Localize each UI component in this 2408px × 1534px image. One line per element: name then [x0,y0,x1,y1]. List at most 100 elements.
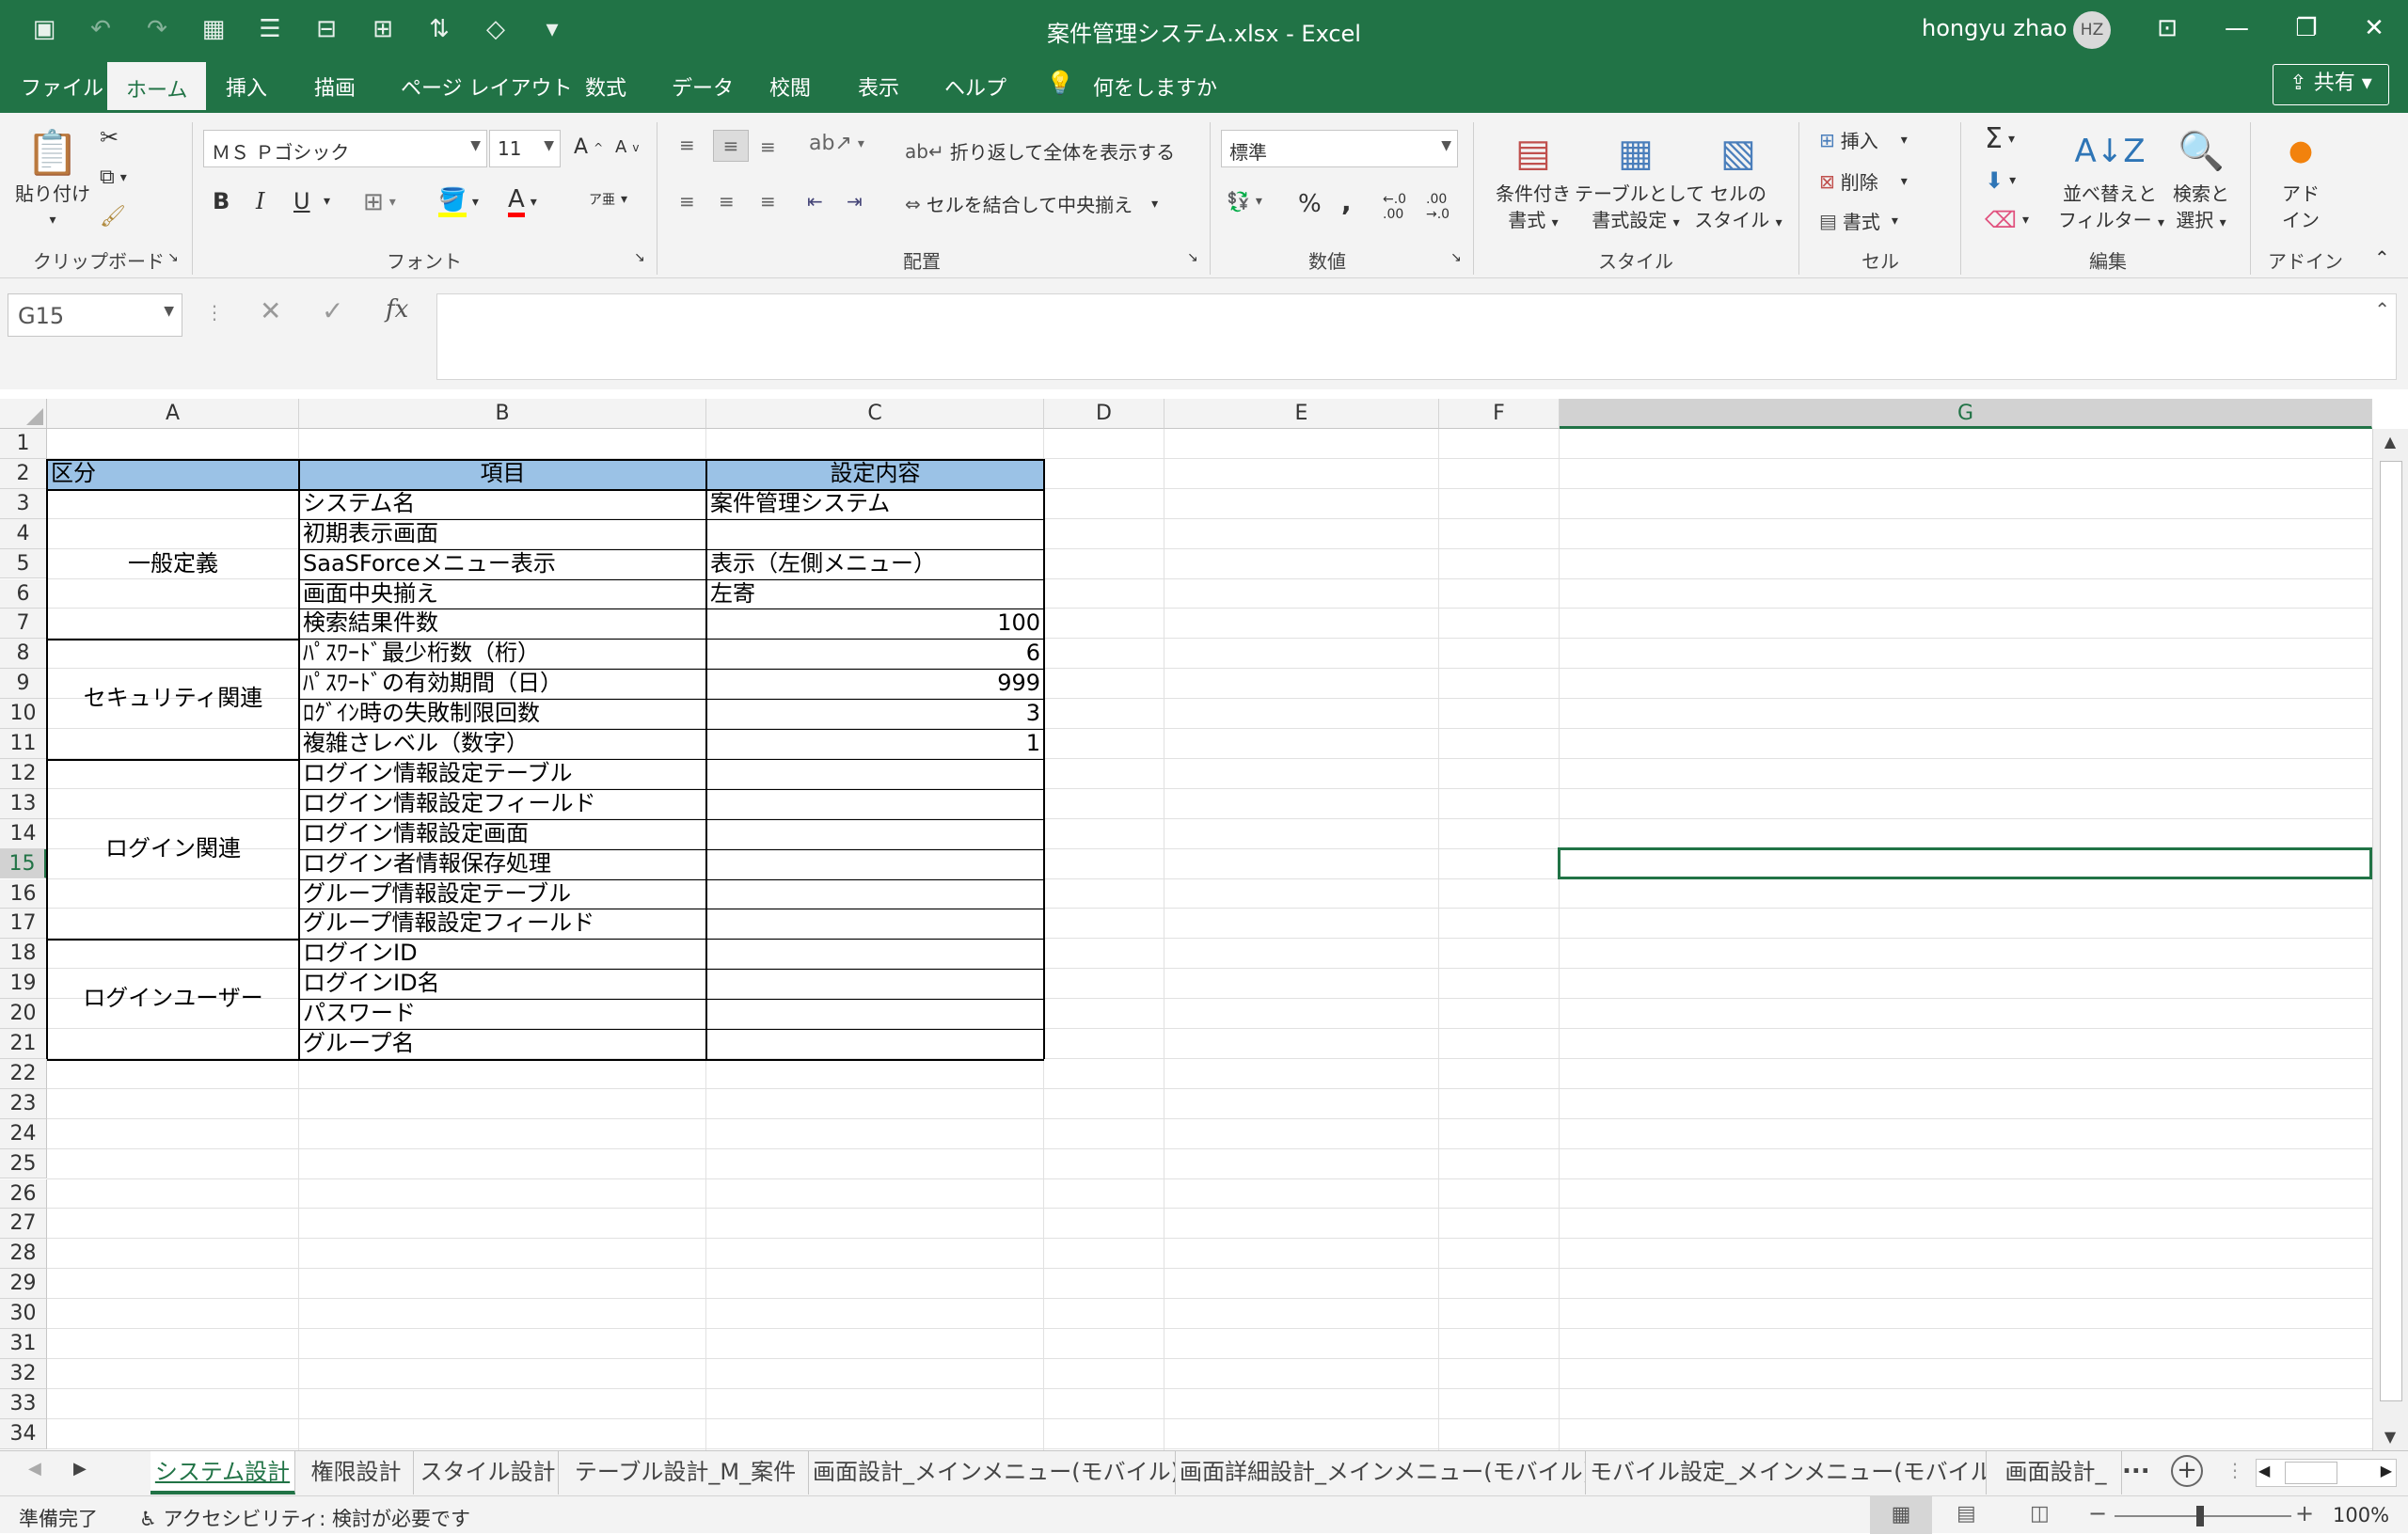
page-break-view-icon[interactable]: ◫ [2030,1502,2050,1526]
table-cell-item[interactable]: 検索結果件数 [299,609,706,639]
align-left-icon[interactable]: ≡ [679,190,695,213]
phonetic-guide-button[interactable]: ア亜 ▾ [589,190,627,209]
conditional-formatting-button[interactable]: ▤ 条件付き 書式 ▾ [1486,126,1580,236]
table-cell-value[interactable] [706,999,1044,1029]
table-cell-value[interactable] [706,849,1044,879]
row-header[interactable]: 28 [0,1239,47,1270]
insert-cells-button[interactable]: ⊞ 挿入 ▾ [1819,126,1908,153]
zoom-out-icon[interactable]: − [2088,1500,2107,1526]
zoom-slider-thumb[interactable] [2196,1506,2204,1526]
format-as-table-button[interactable]: ▦ テーブルとして 書式設定 ▾ [1575,126,1704,236]
underline-button[interactable]: U [293,188,310,214]
dialog-launcher-icon[interactable]: ↘ [634,250,645,265]
table-cell-item[interactable]: 画面中央揃え [299,579,706,609]
page-setup-icon[interactable]: ⊟ [310,13,342,45]
row-header[interactable]: 14 [0,818,47,849]
row-header[interactable]: 23 [0,1088,47,1119]
copy-icon[interactable]: ⧉ ▾ [100,166,127,189]
table-cell-value[interactable]: 999 [706,669,1044,699]
user-name[interactable]: hongyu zhao [1922,15,2067,41]
close-icon[interactable]: ✕ [2355,9,2393,47]
dialog-launcher-icon[interactable]: ↘ [1187,250,1198,265]
font-size-select[interactable]: 11 ▼ [489,130,561,167]
table-cell-value[interactable] [706,879,1044,909]
scroll-right-icon[interactable]: ▶ [2381,1462,2392,1479]
form-icon[interactable]: ☰ [254,13,286,45]
row-header[interactable]: 25 [0,1148,47,1179]
row-header[interactable]: 3 [0,488,47,519]
table-cell-item[interactable]: ログインID [299,939,706,969]
decrease-decimal-button[interactable]: .00 →.0 [1426,192,1464,222]
enter-icon[interactable]: ✓ [322,295,343,326]
next-sheet-icon[interactable]: ▶ [73,1459,87,1479]
group-cell[interactable]: 一般定義 [47,489,299,640]
new-sheet-icon[interactable]: + [2171,1455,2203,1487]
lightbulb-icon[interactable]: 💡 [1046,70,1074,96]
scroll-left-icon[interactable]: ◀ [2258,1462,2270,1479]
column-header-f[interactable]: F [1439,399,1560,429]
select-all-button[interactable] [0,399,47,429]
grow-font-button[interactable]: A ^ [574,135,603,159]
increase-decimal-button[interactable]: ←.0 .00 [1383,192,1420,222]
table-cell-item[interactable]: ログイン情報設定フィールド [299,789,706,819]
tell-me-search[interactable]: 何をしますか [1093,71,1217,102]
dialog-launcher-icon[interactable]: ↘ [167,250,179,265]
row-header[interactable]: 31 [0,1329,47,1359]
bold-button[interactable]: B [213,188,230,214]
ribbon-display-options-icon[interactable]: ⊡ [2148,9,2186,47]
table-cell-item[interactable]: ログイン者情報保存処理 [299,849,706,879]
table-cell-item[interactable]: グループ情報設定テーブル [299,879,706,909]
row-header[interactable]: 24 [0,1118,47,1149]
table-cell-item[interactable]: ﾛｸﾞｲﾝ時の失敗制限回数 [299,699,706,729]
row-header[interactable]: 1 [0,429,47,459]
vertical-scrollbar[interactable]: ▲ ▼ [2372,429,2408,1450]
row-header[interactable]: 27 [0,1209,47,1240]
group-cell[interactable]: ログインユーザー [47,939,299,1059]
page-layout-view-icon[interactable]: ▤ [1956,1502,1976,1526]
sheet-tab[interactable]: システム設計 [150,1451,295,1494]
prev-sheet-icon[interactable]: ◀ [28,1459,41,1479]
borders-icon[interactable]: ⊞ [367,13,399,45]
align-top-icon[interactable]: ≡ [679,134,695,156]
decrease-indent-icon[interactable]: ⇤ [807,190,823,213]
tab-page-layout[interactable]: ページ レイアウト [401,71,573,102]
horizontal-scrollbar[interactable]: ◀ ▶ [2256,1459,2397,1487]
table-cell-value[interactable] [706,519,1044,549]
table-cell-item[interactable]: グループ情報設定フィールド [299,909,706,939]
row-header[interactable]: 18 [0,939,47,970]
name-box[interactable]: G15 ▼ [8,293,182,337]
normal-view-icon[interactable]: ▦ [1870,1496,1932,1534]
table-cell-item[interactable]: ﾊﾟｽﾜｰﾄﾞの有効期間（日） [299,669,706,699]
column-header-g[interactable]: G [1560,399,2372,429]
tab-formulas[interactable]: 数式 [585,71,626,102]
column-header-a[interactable]: A [47,399,299,429]
table-cell-value[interactable] [706,759,1044,789]
row-header[interactable]: 21 [0,1029,47,1059]
row-header[interactable]: 34 [0,1418,47,1449]
tag-icon[interactable]: ◇ [480,13,512,45]
table-cell-item[interactable]: システム名 [299,489,706,519]
sheet-tab[interactable]: スタイル設計 [418,1451,559,1494]
table-cell-item[interactable]: 初期表示画面 [299,519,706,549]
row-header[interactable]: 5 [0,548,47,579]
table-cell-item[interactable]: ﾊﾟｽﾜｰﾄﾞ最少桁数（桁） [299,639,706,669]
clear-icon[interactable]: ⌫ ▾ [1985,207,2029,233]
more-sheets-indicator[interactable]: ... [2122,1451,2150,1479]
restore-icon[interactable]: ❐ [2288,9,2325,47]
sheet-tab[interactable]: 権限設計 [299,1451,414,1494]
table-cell-value[interactable] [706,909,1044,939]
tab-view[interactable]: 表示 [858,71,899,102]
paste-button[interactable]: 📋 貼り付け ▾ [15,124,90,233]
column-header-c[interactable]: C [706,399,1044,429]
cancel-icon[interactable]: ✕ [260,295,281,326]
tab-home[interactable]: ホーム [107,62,207,113]
customize-qat-icon[interactable]: ▾ [536,13,568,45]
align-center-icon[interactable]: ≡ [719,190,735,213]
align-bottom-icon[interactable]: ≡ [760,135,776,158]
share-button[interactable]: ⇪ 共有 ▾ [2273,64,2389,105]
table-cell-value[interactable]: 左寄 [706,579,1044,609]
row-header[interactable]: 26 [0,1178,47,1210]
autosum-button[interactable]: Σ ▾ [1985,122,2015,155]
orientation-icon[interactable]: ab↗ ▾ [809,132,864,155]
table-cell-item[interactable]: グループ名 [299,1029,706,1059]
